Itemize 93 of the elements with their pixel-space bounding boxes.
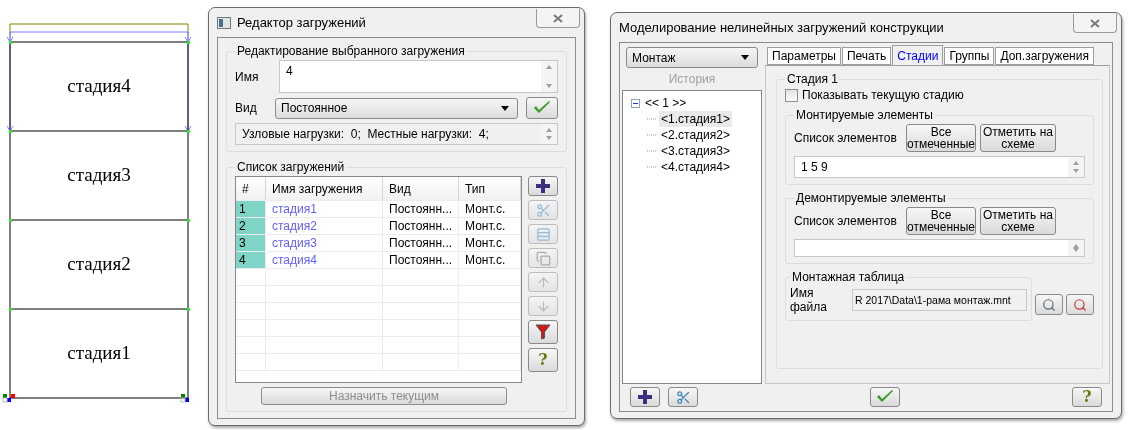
arrow-down-icon [535, 298, 551, 314]
group-title: Список загружений [236, 160, 346, 174]
mode-dropdown[interactable]: Монтаж [626, 47, 758, 68]
field-label: Список элементов [794, 214, 898, 228]
ok-button[interactable] [870, 387, 900, 407]
row-number[interactable]: 2 [236, 218, 266, 234]
table-cell: Монт.с. [459, 218, 521, 234]
cut-button[interactable] [668, 387, 698, 407]
select-all-button[interactable]: Все отмеченные [906, 207, 976, 235]
group-title: Монтажная таблица [791, 270, 906, 284]
tab[interactable]: Печать [841, 47, 892, 65]
plus-icon [536, 179, 550, 193]
table-cell: Постоянн... [383, 252, 459, 268]
table-cell: Монт.с. [459, 235, 521, 251]
column-header[interactable]: Тип [459, 177, 521, 200]
tab[interactable]: Стадии [892, 45, 944, 65]
stage-label: стадия1 [67, 342, 131, 363]
plus-icon [638, 390, 652, 404]
history-label: История [667, 72, 717, 86]
scissors-icon [535, 202, 551, 218]
table-cell: стадия4 [266, 252, 383, 268]
filter-icon [535, 324, 551, 340]
tree-item[interactable]: <4.стадия4> [659, 159, 732, 175]
field-label: Список элементов [794, 131, 898, 145]
help-button[interactable]: ? [1072, 387, 1102, 407]
close-button[interactable] [536, 9, 580, 28]
column-header[interactable]: Имя загружения [266, 177, 383, 200]
scrollbar[interactable] [541, 61, 557, 92]
group-title: Демонтируемые элементы [795, 191, 947, 205]
tab[interactable]: Группы [944, 47, 995, 65]
scissors-icon [675, 389, 691, 405]
field-label: Вид [235, 101, 258, 115]
tree-item[interactable]: <3.стадия3> [659, 143, 732, 159]
table-cell: стадия3 [266, 235, 383, 251]
scrollbar[interactable] [1068, 157, 1084, 177]
stage-label: стадия3 [67, 164, 131, 185]
magnifier-icon [1042, 297, 1056, 312]
table-cell: стадия1 [266, 201, 383, 217]
checkbox[interactable] [785, 88, 798, 102]
table-cell: Постоянн... [383, 235, 459, 251]
close-button[interactable] [1073, 14, 1117, 33]
scrollbar[interactable] [1068, 240, 1084, 256]
add-button[interactable] [528, 176, 558, 196]
apply-button[interactable] [526, 97, 558, 119]
window-title: Моделирование нелинейных загружений конструкции [619, 20, 944, 35]
tab[interactable]: Параметры [767, 47, 841, 65]
field-label: Имя файла [790, 286, 828, 314]
tree-item[interactable]: <1.стадия1> [659, 111, 732, 127]
elements-field[interactable]: 1 5 9 [794, 156, 1085, 178]
window-title: Редактор загружений [237, 15, 366, 30]
view-button[interactable] [1066, 294, 1094, 315]
column-header[interactable]: Вид [383, 177, 459, 200]
tree-item[interactable]: << 1 >> [643, 95, 689, 111]
mark-on-scheme-button[interactable]: Отметить на схеме [980, 124, 1056, 152]
select-all-button[interactable]: Все отмеченные [906, 124, 976, 152]
row-number[interactable]: 4 [236, 252, 266, 268]
row-number[interactable]: 3 [236, 235, 266, 251]
table-icon [535, 226, 551, 242]
mark-on-scheme-button[interactable]: Отметить на схеме [980, 207, 1056, 235]
filter-button[interactable] [528, 320, 558, 344]
group-title: Монтируемые элементы [795, 108, 934, 122]
stage-label: стадия2 [67, 253, 131, 274]
table-cell: Постоянн... [383, 201, 459, 217]
check-icon [533, 101, 551, 115]
elements-field[interactable] [794, 239, 1085, 257]
column-header[interactable]: # [236, 177, 266, 200]
close-icon [1090, 18, 1100, 28]
tab[interactable]: Доп.загружения [995, 47, 1094, 65]
collapse-icon[interactable] [631, 98, 640, 108]
stage-label: стадия4 [67, 75, 131, 96]
table-cell: Монт.с. [459, 201, 521, 217]
file-field[interactable]: R 2017\Data\1-рама монтаж.mnt [852, 289, 1027, 311]
tree-item[interactable]: <2.стадия2> [659, 127, 732, 143]
name-field[interactable]: 4 [279, 60, 558, 93]
table-cell: Постоянн... [383, 218, 459, 234]
group-title: Стадия 1 [786, 72, 839, 86]
help-button[interactable]: ? [528, 348, 558, 372]
checkbox-label: Показывать текущую стадию [802, 88, 964, 102]
field-label: Имя [235, 69, 260, 84]
copy-icon [535, 250, 551, 266]
magnifier-icon [1073, 297, 1087, 312]
browse-button[interactable] [1035, 294, 1063, 315]
info-field: Узловые нагрузки: 0; Местные нагрузки: 4; [235, 123, 558, 145]
table-cell: стадия2 [266, 218, 383, 234]
row-number[interactable]: 1 [236, 201, 266, 217]
group-title: Редактирование выбранного загружения [236, 44, 466, 58]
window-icon [217, 16, 231, 29]
add-button[interactable] [630, 387, 660, 407]
table-cell: Монт.с. [459, 252, 521, 268]
check-icon [876, 390, 894, 404]
kind-dropdown[interactable]: Постоянное [275, 97, 518, 119]
close-icon [553, 13, 563, 23]
scrollbar[interactable] [541, 124, 557, 144]
